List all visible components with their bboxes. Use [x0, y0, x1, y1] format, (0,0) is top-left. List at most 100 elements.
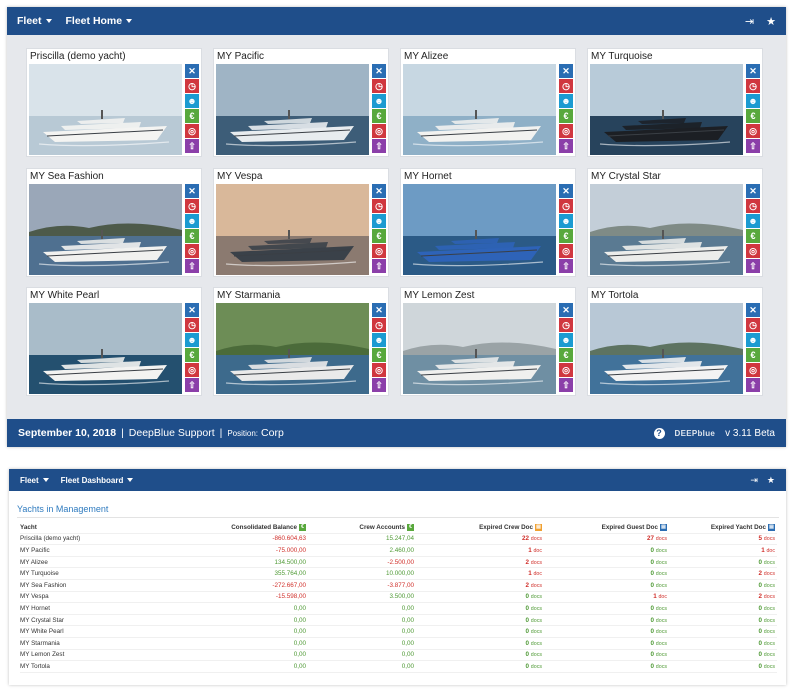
crew-icon[interactable]: ☻: [559, 94, 573, 108]
clock-icon[interactable]: ◷: [559, 318, 573, 332]
clock-icon[interactable]: ◷: [185, 199, 199, 213]
euro-icon[interactable]: €: [372, 348, 386, 362]
upload-icon[interactable]: ⇧: [185, 139, 199, 153]
upload-icon[interactable]: ⇧: [559, 139, 573, 153]
fleet-menu[interactable]: Fleet: [17, 15, 52, 27]
table-row[interactable]: MY Hornet 0,00 0,00 0 docs 0 docs 0 docs: [20, 603, 777, 615]
yacht-card-title[interactable]: MY Lemon Zest: [404, 290, 474, 301]
yacht-card-title[interactable]: MY Crystal Star: [591, 171, 661, 182]
yacht-photo[interactable]: [29, 303, 182, 394]
upload-icon[interactable]: ⇧: [372, 259, 386, 273]
upload-icon[interactable]: ⇧: [559, 259, 573, 273]
tools-icon[interactable]: ✕: [559, 303, 573, 317]
crew-icon[interactable]: ☻: [185, 214, 199, 228]
euro-icon[interactable]: €: [746, 109, 760, 123]
yacht-card[interactable]: MY Hornet ✕ ◷ ☻ € ◎ ⇧: [400, 168, 576, 277]
yacht-photo[interactable]: [29, 184, 182, 275]
clock-icon[interactable]: ◷: [372, 79, 386, 93]
table-row[interactable]: Priscilla (demo yacht) -860.604,63 15.247,…: [20, 534, 777, 546]
crew-icon[interactable]: ☻: [185, 333, 199, 347]
column-header[interactable]: Yacht: [20, 524, 170, 531]
footer-support[interactable]: DeepBlue Support: [129, 427, 215, 439]
euro-icon[interactable]: €: [559, 348, 573, 362]
yacht-card[interactable]: MY Crystal Star ✕ ◷ ☻ € ◎ ⇧: [587, 168, 763, 277]
yacht-card-title[interactable]: Priscilla (demo yacht): [30, 51, 126, 62]
yacht-card[interactable]: MY Pacific ✕ ◷ ☻ € ◎ ⇧: [213, 48, 389, 157]
table-row[interactable]: MY Lemon Zest 0,00 0,00 0 docs 0 docs 0 docs: [20, 650, 777, 662]
fleet-menu[interactable]: Fleet: [20, 476, 49, 485]
upload-icon[interactable]: ⇧: [746, 378, 760, 392]
crew-icon[interactable]: ☻: [746, 94, 760, 108]
crew-icon[interactable]: ☻: [372, 94, 386, 108]
lifebuoy-icon[interactable]: ◎: [559, 244, 573, 258]
clock-icon[interactable]: ◷: [185, 318, 199, 332]
yacht-card-title[interactable]: MY White Pearl: [30, 290, 99, 301]
table-row[interactable]: MY Turquoise 355.764,00 10.000,00 1 doc 0 do…: [20, 568, 777, 580]
yacht-card[interactable]: Priscilla (demo yacht) ✕ ◷ ☻ € ◎ ⇧: [26, 48, 202, 157]
yacht-card[interactable]: MY Turquoise ✕ ◷ ☻ € ◎ ⇧: [587, 48, 763, 157]
table-row[interactable]: MY Starmania 0,00 0,00 0 docs 0 docs 0 docs: [20, 638, 777, 650]
yacht-photo[interactable]: [216, 303, 369, 394]
clock-icon[interactable]: ◷: [746, 79, 760, 93]
upload-icon[interactable]: ⇧: [185, 378, 199, 392]
yacht-photo[interactable]: [216, 64, 369, 155]
yacht-card-title[interactable]: MY Alizee: [404, 51, 448, 62]
tools-icon[interactable]: ✕: [746, 303, 760, 317]
table-row[interactable]: MY Vespa -15.598,00 3.500,00 0 docs 1 doc 2 d…: [20, 592, 777, 604]
yacht-card[interactable]: MY Sea Fashion ✕ ◷ ☻ € ◎ ⇧: [26, 168, 202, 277]
tools-icon[interactable]: ✕: [559, 184, 573, 198]
yacht-photo[interactable]: [403, 184, 556, 275]
clock-icon[interactable]: ◷: [372, 199, 386, 213]
tools-icon[interactable]: ✕: [746, 64, 760, 78]
help-icon[interactable]: ?: [653, 427, 665, 439]
logout-icon[interactable]: ⇥: [750, 475, 758, 486]
clock-icon[interactable]: ◷: [559, 79, 573, 93]
upload-icon[interactable]: ⇧: [372, 139, 386, 153]
star-icon[interactable]: ★: [766, 15, 776, 28]
fleet-home-menu[interactable]: Fleet Home: [66, 15, 133, 27]
crew-icon[interactable]: ☻: [185, 94, 199, 108]
table-row[interactable]: MY Alizee 134.500,00 -2.500,00 2 docs 0 docs…: [20, 557, 777, 569]
clock-icon[interactable]: ◷: [559, 199, 573, 213]
tools-icon[interactable]: ✕: [372, 303, 386, 317]
yacht-photo[interactable]: [590, 303, 743, 394]
clock-icon[interactable]: ◷: [746, 318, 760, 332]
yacht-card[interactable]: MY Starmania ✕ ◷ ☻ € ◎ ⇧: [213, 287, 389, 396]
lifebuoy-icon[interactable]: ◎: [185, 363, 199, 377]
upload-icon[interactable]: ⇧: [746, 259, 760, 273]
yacht-photo[interactable]: [403, 64, 556, 155]
column-header[interactable]: Expired Guest Doc ▤: [548, 523, 673, 531]
yacht-card[interactable]: MY Lemon Zest ✕ ◷ ☻ € ◎ ⇧: [400, 287, 576, 396]
crew-icon[interactable]: ☻: [746, 333, 760, 347]
column-header[interactable]: Expired Crew Doc ▤: [420, 523, 548, 531]
yacht-photo[interactable]: [590, 184, 743, 275]
yacht-card-title[interactable]: MY Hornet: [404, 171, 452, 182]
lifebuoy-icon[interactable]: ◎: [559, 363, 573, 377]
yacht-card-title[interactable]: MY Vespa: [217, 171, 262, 182]
table-row[interactable]: MY Crystal Star 0,00 0,00 0 docs 0 docs 0 doc…: [20, 615, 777, 627]
euro-icon[interactable]: €: [185, 109, 199, 123]
yacht-card[interactable]: MY Tortola ✕ ◷ ☻ € ◎ ⇧: [587, 287, 763, 396]
yacht-card[interactable]: MY White Pearl ✕ ◷ ☻ € ◎ ⇧: [26, 287, 202, 396]
yacht-card[interactable]: MY Vespa ✕ ◷ ☻ € ◎ ⇧: [213, 168, 389, 277]
euro-icon[interactable]: €: [559, 109, 573, 123]
lifebuoy-icon[interactable]: ◎: [372, 363, 386, 377]
tools-icon[interactable]: ✕: [372, 184, 386, 198]
tools-icon[interactable]: ✕: [559, 64, 573, 78]
yacht-card-title[interactable]: MY Turquoise: [591, 51, 653, 62]
tools-icon[interactable]: ✕: [185, 184, 199, 198]
yacht-card[interactable]: MY Alizee ✕ ◷ ☻ € ◎ ⇧: [400, 48, 576, 157]
table-row[interactable]: MY Sea Fashion -272.667,00 -3.877,00 2 docs…: [20, 580, 777, 592]
clock-icon[interactable]: ◷: [372, 318, 386, 332]
fleet-dashboard-menu[interactable]: Fleet Dashboard: [61, 476, 134, 485]
lifebuoy-icon[interactable]: ◎: [185, 124, 199, 138]
yacht-photo[interactable]: [590, 64, 743, 155]
upload-icon[interactable]: ⇧: [746, 139, 760, 153]
euro-icon[interactable]: €: [372, 109, 386, 123]
clock-icon[interactable]: ◷: [185, 79, 199, 93]
lifebuoy-icon[interactable]: ◎: [559, 124, 573, 138]
lifebuoy-icon[interactable]: ◎: [746, 124, 760, 138]
yacht-photo[interactable]: [216, 184, 369, 275]
crew-icon[interactable]: ☻: [559, 333, 573, 347]
lifebuoy-icon[interactable]: ◎: [372, 244, 386, 258]
